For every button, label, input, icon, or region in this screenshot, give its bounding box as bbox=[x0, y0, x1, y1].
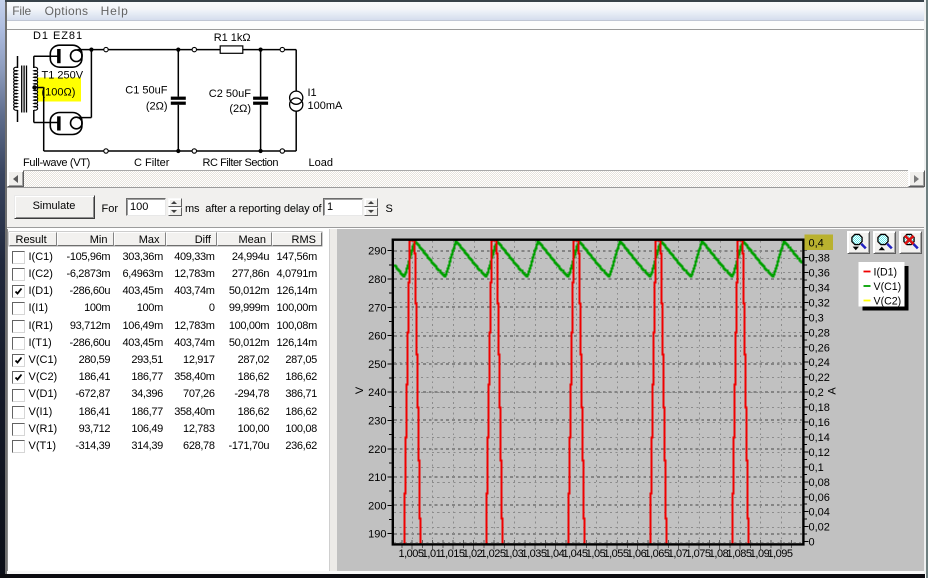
svg-text:280: 280 bbox=[368, 274, 386, 286]
svg-text:250: 250 bbox=[368, 359, 386, 371]
svg-text:0,14: 0,14 bbox=[809, 432, 830, 444]
svg-text:1,005: 1,005 bbox=[398, 548, 423, 560]
svg-text:0,36: 0,36 bbox=[809, 268, 830, 280]
svg-text:1,085: 1,085 bbox=[726, 548, 751, 560]
svg-text:0,24: 0,24 bbox=[809, 357, 830, 369]
svg-text:220: 220 bbox=[368, 444, 386, 456]
svg-text:0,06: 0,06 bbox=[809, 492, 830, 504]
svg-text:1,065: 1,065 bbox=[644, 548, 669, 560]
svg-text:V: V bbox=[354, 386, 366, 394]
svg-text:0,3: 0,3 bbox=[809, 312, 824, 324]
svg-text:V(C1): V(C1) bbox=[874, 281, 902, 293]
svg-text:1,025: 1,025 bbox=[480, 548, 505, 560]
svg-text:1,035: 1,035 bbox=[521, 548, 546, 560]
svg-text:260: 260 bbox=[368, 331, 386, 343]
svg-text:0,1: 0,1 bbox=[809, 462, 824, 474]
svg-text:1,045: 1,045 bbox=[562, 548, 587, 560]
svg-text:240: 240 bbox=[368, 387, 386, 399]
svg-text:0,28: 0,28 bbox=[809, 327, 830, 339]
svg-text:I(D1): I(D1) bbox=[874, 266, 898, 278]
svg-text:290: 290 bbox=[368, 246, 386, 258]
svg-text:1,055: 1,055 bbox=[603, 548, 628, 560]
svg-text:0,26: 0,26 bbox=[809, 342, 830, 354]
svg-text:0,02: 0,02 bbox=[809, 522, 830, 534]
svg-text:V(C2): V(C2) bbox=[874, 295, 902, 307]
svg-text:0,4: 0,4 bbox=[809, 238, 824, 250]
svg-text:0,04: 0,04 bbox=[809, 507, 830, 519]
svg-text:0,08: 0,08 bbox=[809, 477, 830, 489]
svg-text:0,16: 0,16 bbox=[809, 417, 830, 429]
svg-text:190: 190 bbox=[368, 529, 386, 541]
svg-text:200: 200 bbox=[368, 500, 386, 512]
svg-text:0,18: 0,18 bbox=[809, 402, 830, 414]
svg-text:0,34: 0,34 bbox=[809, 282, 830, 294]
svg-text:1,095: 1,095 bbox=[767, 548, 792, 560]
svg-text:0,12: 0,12 bbox=[809, 447, 830, 459]
svg-text:0: 0 bbox=[809, 537, 815, 549]
svg-text:230: 230 bbox=[368, 416, 386, 428]
svg-text:0,2: 0,2 bbox=[809, 387, 824, 399]
svg-text:0,38: 0,38 bbox=[809, 253, 830, 265]
svg-text:0,32: 0,32 bbox=[809, 297, 830, 309]
svg-text:A: A bbox=[826, 387, 838, 395]
svg-text:210: 210 bbox=[368, 472, 386, 484]
svg-text:270: 270 bbox=[368, 302, 386, 314]
svg-text:1,075: 1,075 bbox=[685, 548, 710, 560]
svg-text:0,22: 0,22 bbox=[809, 372, 830, 384]
svg-text:1,015: 1,015 bbox=[439, 548, 464, 560]
